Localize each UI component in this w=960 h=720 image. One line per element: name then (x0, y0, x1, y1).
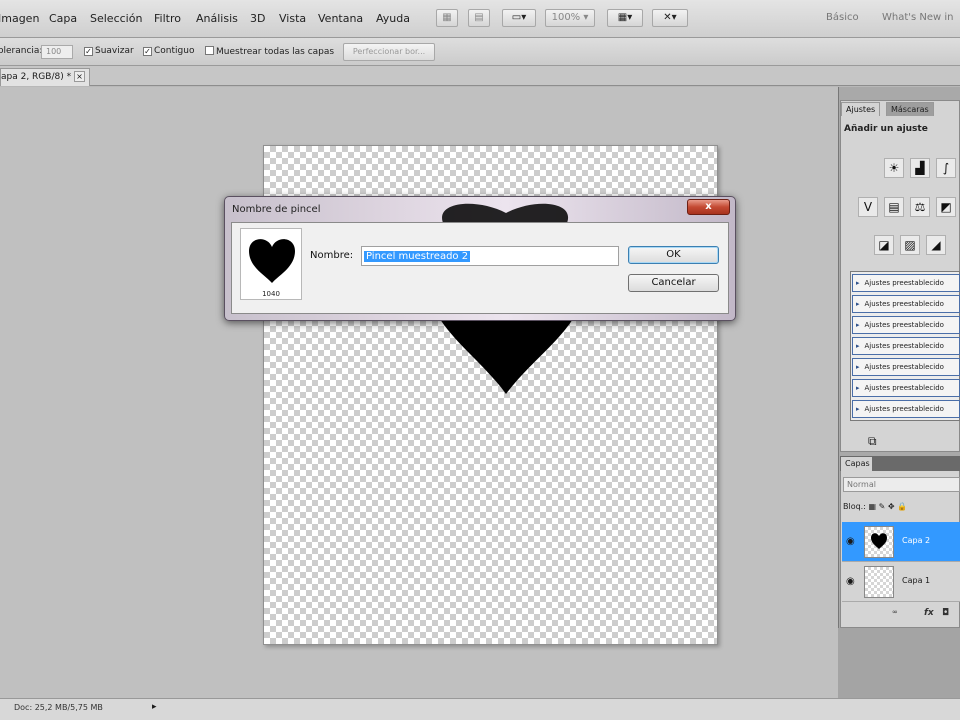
screen-mode-icon[interactable]: ✕▾ (652, 9, 688, 27)
zoom-level-select[interactable]: 100% ▾ (545, 9, 595, 27)
layer-thumbnail (864, 526, 894, 558)
layer-name[interactable]: Capa 2 (902, 536, 930, 545)
menu-help[interactable]: Ayuda (376, 12, 410, 25)
layer-name[interactable]: Capa 1 (902, 576, 930, 585)
layer-row-capa-2[interactable]: ◉ Capa 2 (842, 522, 960, 562)
layer-row-capa-1[interactable]: ◉ Capa 1 (842, 562, 960, 602)
black-white-icon[interactable]: ◩ (936, 197, 956, 217)
menu-3d[interactable]: 3D (250, 12, 265, 25)
lock-row: Bloq.: ▦ ✎ ✥ 🔒 (843, 502, 908, 511)
hue-saturation-icon[interactable]: ▤ (884, 197, 904, 217)
cancel-button[interactable]: Cancelar (628, 274, 719, 292)
brush-name-value: Pincel muestreado 2 (364, 251, 471, 262)
preset-item[interactable]: ▸ Ajustes preestablecido (852, 400, 960, 418)
tab-adjustments[interactable]: Ajustes (841, 102, 881, 116)
refine-edge-button[interactable]: Perfeccionar bor... (343, 43, 435, 61)
eye-icon[interactable]: ◉ (846, 536, 855, 547)
preset-item[interactable]: ▸ Ajustes preestablecido (852, 316, 960, 334)
name-label: Nombre: (310, 250, 354, 261)
invert-icon[interactable]: ◪ (874, 235, 894, 255)
preset-item[interactable]: ▸ Ajustes preestablecido (852, 295, 960, 313)
dialog-title: Nombre de pincel (232, 204, 321, 215)
curves-icon[interactable]: ∫ (936, 158, 956, 178)
menu-analysis[interactable]: Análisis (196, 12, 238, 25)
preset-item[interactable]: ▸ Ajustes preestablecido (852, 379, 960, 397)
preset-item[interactable]: ▸ Ajustes preestablecido (852, 358, 960, 376)
layers-footer: ∞ fx ◘ (842, 608, 960, 624)
view-extras-icon[interactable]: ▭▾ (502, 9, 536, 27)
layer-mask-icon[interactable]: ◘ (942, 608, 949, 618)
mini-bridge-icon[interactable]: ▤ (468, 9, 490, 27)
workspace-whats-new[interactable]: What's New in (882, 12, 954, 23)
layer-style-icon[interactable]: fx (924, 608, 934, 618)
adjustments-title: Añadir un ajuste (844, 124, 928, 134)
menu-image[interactable]: Imagen (0, 12, 39, 25)
lock-paint-icon[interactable]: ✎ (879, 502, 886, 511)
document-size-status: Doc: 25,2 MB/5,75 MB (14, 703, 103, 712)
ok-button[interactable]: OK (628, 246, 719, 264)
tab-layers[interactable]: Capas (841, 457, 872, 471)
brush-name-input[interactable]: Pincel muestreado 2 (361, 246, 619, 266)
document-tab-bar (0, 66, 960, 86)
menu-view[interactable]: Vista (279, 12, 306, 25)
sample-all-layers-checkbox[interactable]: Muestrear todas las capas (205, 46, 334, 57)
contiguous-checkbox[interactable]: ✓ Contiguo (143, 46, 194, 56)
options-bar: olerancia: ✓ Suavizar ✓ Contiguo Muestrear… (0, 38, 960, 66)
posterize-icon[interactable]: ▨ (900, 235, 920, 255)
clip-to-layer-icon[interactable]: ⧉ (868, 434, 877, 449)
status-bar: Doc: 25,2 MB/5,75 MB (0, 698, 960, 720)
color-balance-icon[interactable]: ⚖ (910, 197, 930, 217)
link-layers-icon[interactable]: ∞ (892, 608, 898, 616)
close-document-icon[interactable]: × (74, 71, 85, 82)
menu-select[interactable]: Selección (90, 12, 142, 25)
dialog-close-button[interactable]: x (687, 199, 730, 215)
tab-masks[interactable]: Máscaras (886, 102, 934, 116)
workspace-basic[interactable]: Básico (826, 12, 859, 23)
menu-layer[interactable]: Capa (49, 12, 77, 25)
brush-size-label: 1040 (262, 290, 280, 298)
eye-icon[interactable]: ◉ (846, 576, 855, 587)
menu-window[interactable]: Ventana (318, 12, 363, 25)
preset-item[interactable]: ▸ Ajustes preestablecido (852, 337, 960, 355)
brightness-contrast-icon[interactable]: ☀ (884, 158, 904, 178)
tolerance-input[interactable]: 100 (41, 45, 73, 59)
layer-thumbnail (864, 566, 894, 598)
vibrance-icon[interactable]: V (858, 197, 878, 217)
lock-all-icon[interactable]: 🔒 (897, 502, 907, 511)
threshold-icon[interactable]: ◢ (926, 235, 946, 255)
menu-bar: Imagen Capa Selección Filtro Análisis 3D… (0, 0, 960, 38)
status-menu-arrow-icon[interactable]: ▸ (152, 702, 157, 712)
blend-mode-select[interactable]: Normal (843, 477, 960, 492)
dock-empty-area (838, 628, 960, 698)
smooth-checkbox[interactable]: ✓ Suavizar (84, 46, 134, 56)
arrange-documents-icon[interactable]: ▦▾ (607, 9, 643, 27)
heart-brush-thumbnail (249, 239, 295, 283)
dialog-body (231, 222, 729, 314)
bridge-icon[interactable]: ▦ (436, 9, 458, 27)
tolerance-label: olerancia: (0, 46, 43, 56)
menu-filter[interactable]: Filtro (154, 12, 181, 25)
levels-icon[interactable]: ▟ (910, 158, 930, 178)
lock-transparency-icon[interactable]: ▦ (868, 502, 876, 511)
lock-position-icon[interactable]: ✥ (888, 502, 895, 511)
preset-item[interactable]: ▸ Ajustes preestablecido (852, 274, 960, 292)
